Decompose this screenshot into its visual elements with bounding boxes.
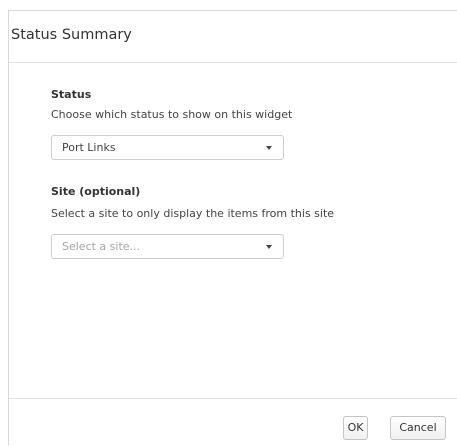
dialog-title: Status Summary xyxy=(11,27,132,43)
site-help-text: Select a site to only display the items … xyxy=(51,207,335,220)
site-label: Site (optional) xyxy=(51,185,141,198)
chevron-down-icon xyxy=(266,146,272,150)
dialog-header: Status Summary xyxy=(9,11,457,63)
status-summary-dialog: Status Summary Status Choose which statu… xyxy=(8,10,457,445)
ok-button[interactable]: OK xyxy=(343,416,368,440)
cancel-button[interactable]: Cancel xyxy=(390,416,446,440)
chevron-down-icon xyxy=(266,245,272,249)
status-label: Status xyxy=(51,88,92,101)
status-select[interactable]: Port Links xyxy=(51,135,284,160)
site-select[interactable]: Select a site... xyxy=(51,234,284,259)
status-help-text: Choose which status to show on this widg… xyxy=(51,108,293,121)
dialog-footer: OK Cancel xyxy=(9,398,457,446)
status-select-value: Port Links xyxy=(62,141,116,154)
site-select-placeholder: Select a site... xyxy=(62,240,141,253)
